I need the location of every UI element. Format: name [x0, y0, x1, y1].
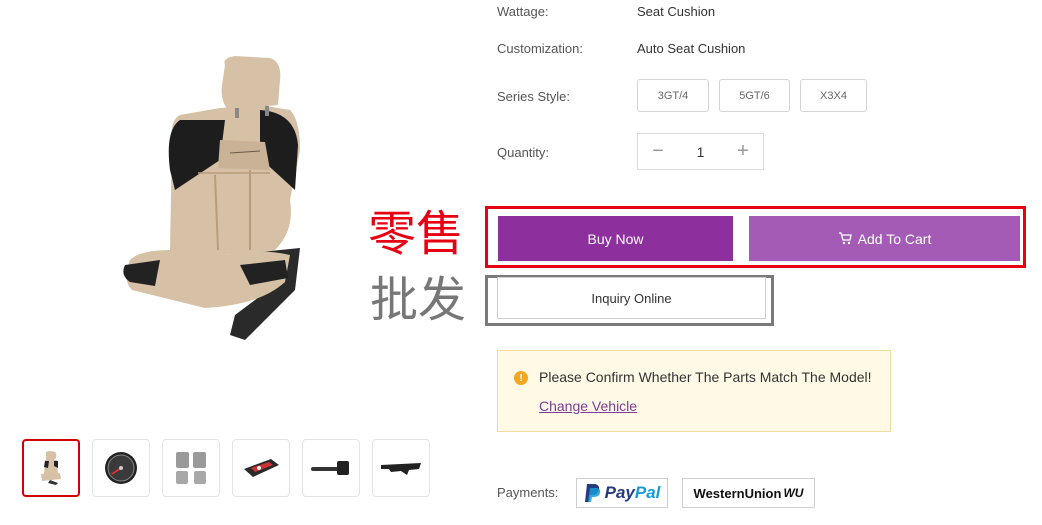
- notice-message: Please Confirm Whether The Parts Match T…: [539, 369, 872, 385]
- quantity-decrease-button[interactable]: −: [638, 134, 678, 169]
- add-to-cart-button[interactable]: Add To Cart: [749, 216, 1020, 261]
- paypal-logo-icon: [584, 484, 600, 502]
- retail-annotation: 零售: [368, 206, 465, 262]
- quantity-stepper: − 1 +: [637, 133, 764, 170]
- thumbnail-car-seat[interactable]: [22, 439, 80, 497]
- wattage-value: Seat Cushion: [637, 4, 716, 19]
- payments-label: Payments:: [497, 485, 559, 500]
- quantity-increase-button[interactable]: +: [723, 134, 763, 169]
- series-style-label: Series Style:: [497, 89, 570, 104]
- control-module-icon: [244, 459, 279, 477]
- thumbnail-turn-signal-switch[interactable]: [302, 439, 360, 497]
- western-union-badge: WesternUnion WU: [682, 478, 815, 508]
- product-main-image[interactable]: [110, 50, 320, 350]
- floor-mats-icon: [176, 452, 206, 484]
- customization-value: Auto Seat Cushion: [637, 41, 746, 56]
- series-option-5gt6[interactable]: 5GT/6: [719, 79, 790, 112]
- add-to-cart-label: Add To Cart: [857, 230, 932, 247]
- inquiry-online-button[interactable]: Inquiry Online: [497, 277, 766, 319]
- change-vehicle-link[interactable]: Change Vehicle: [539, 398, 637, 414]
- wholesale-annotation: 批发: [370, 272, 467, 328]
- quantity-label: Quantity:: [497, 145, 550, 160]
- car-seat-icon: [41, 451, 61, 485]
- dashboard-bracket-icon: [381, 463, 421, 475]
- thumbnail-control-module[interactable]: [232, 439, 290, 497]
- customization-label: Customization:: [497, 41, 583, 56]
- car-seat-image: [123, 56, 300, 340]
- speedometer-icon: [105, 452, 137, 484]
- vehicle-match-notice: ! Please Confirm Whether The Parts Match…: [497, 350, 891, 432]
- warning-icon: !: [514, 371, 528, 385]
- series-option-x3x4[interactable]: X3X4: [800, 79, 867, 112]
- thumbnail-speedometer[interactable]: [92, 439, 150, 497]
- western-union-text: WesternUnion: [693, 485, 782, 501]
- paypal-text-pay: Pay: [604, 483, 635, 502]
- paypal-badge: Pay Pal: [576, 478, 668, 508]
- wattage-label: Wattage:: [497, 4, 549, 19]
- paypal-text-pal: Pal: [634, 483, 661, 502]
- wu-mark: WU: [783, 486, 804, 500]
- quantity-input[interactable]: 1: [678, 134, 723, 169]
- series-option-3gt4[interactable]: 3GT/4: [637, 79, 709, 112]
- cart-icon: [838, 232, 852, 245]
- thumbnail-dashboard-bracket[interactable]: [372, 439, 430, 497]
- turn-signal-switch-icon: [311, 461, 349, 475]
- thumbnail-floor-mats[interactable]: [162, 439, 220, 497]
- buy-now-button[interactable]: Buy Now: [498, 216, 733, 261]
